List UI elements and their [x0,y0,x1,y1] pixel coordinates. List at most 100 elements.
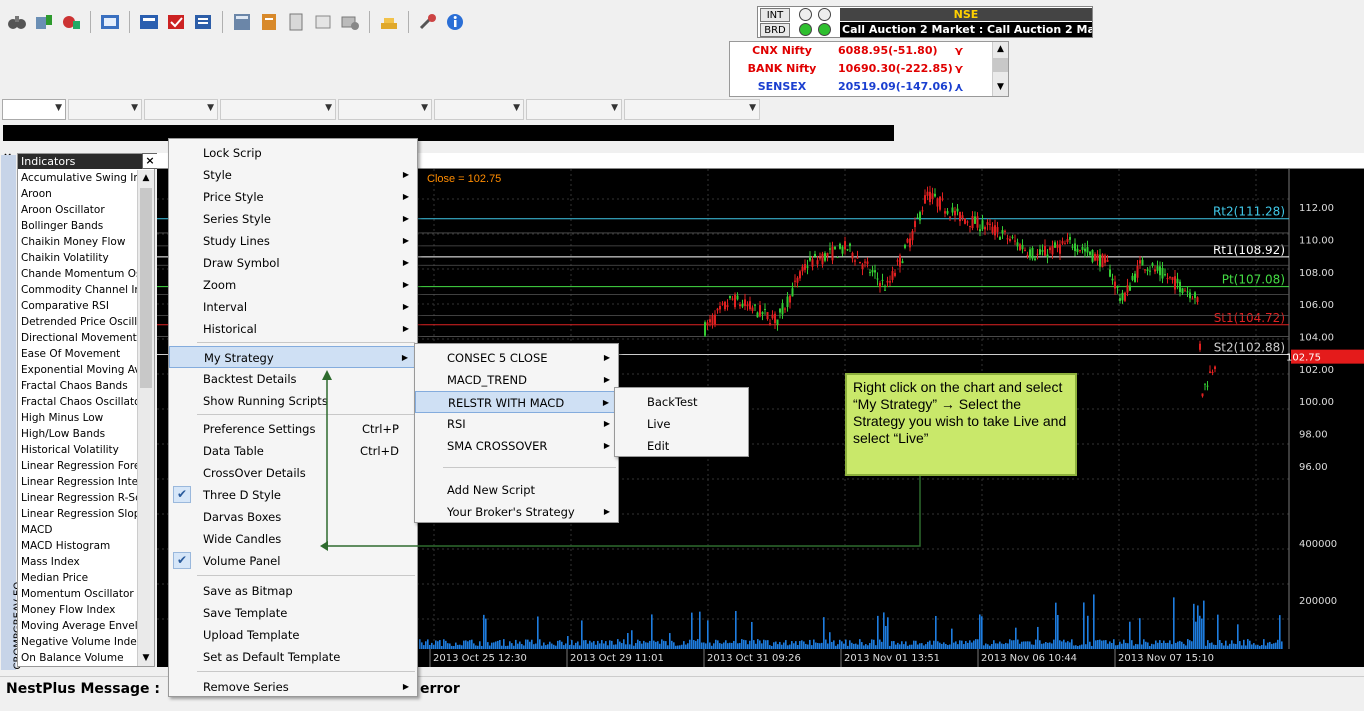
menu-item-my-strategy[interactable]: My Strategy ▶ [169,346,417,368]
window-icon[interactable] [312,11,334,33]
indicator-item[interactable]: Directional Movement S [18,330,138,346]
indicator-item[interactable]: Negative Volume Index [18,634,138,650]
menu-item-consec-5-close[interactable]: CONSEC 5 CLOSE ▶ [415,347,618,369]
option-type-select[interactable]: ▼ [434,99,524,120]
menu-item-darvas-boxes[interactable]: Darvas Boxes [169,506,417,528]
menu-item-save-as-bitmap[interactable]: Save as Bitmap [169,580,417,602]
menu-item-volume-panel[interactable]: Volume Panel ✔ [169,550,417,572]
menu-item-study-lines[interactable]: Study Lines ▶ [169,230,417,252]
indicator-item[interactable]: Linear Regression Slope [18,506,138,522]
indicator-item[interactable]: Commodity Channel Ind [18,282,138,298]
notes-icon[interactable] [258,11,280,33]
indicator-item[interactable]: Chande Momentum Osc [18,266,138,282]
menu-item-crossover-details[interactable]: CrossOver Details [169,462,417,484]
indicator-item[interactable]: Moving Average Envelop [18,618,138,634]
indicator-item[interactable]: Linear Regression Inter [18,474,138,490]
menu-item-edit[interactable]: Edit [615,435,748,457]
indicator-item[interactable]: Fractal Chaos Bands [18,378,138,394]
indicator-item[interactable]: Median Price [18,570,138,586]
menu-item-lock-scrip[interactable]: Lock Scrip [169,142,417,164]
scroll-thumb[interactable] [993,58,1008,72]
close-icon[interactable]: × [142,153,158,169]
menu-item-draw-symbol[interactable]: Draw Symbol ▶ [169,252,417,274]
segment-select[interactable]: ▼ [68,99,142,120]
menu-item-add-new-script[interactable]: Add New Script [415,479,618,501]
indicator-item[interactable]: Chaikin Volatility [18,250,138,266]
indicator-item[interactable]: Momentum Oscillator [18,586,138,602]
indicator-item[interactable]: Chaikin Money Flow [18,234,138,250]
series-select[interactable]: ▼ [624,99,760,120]
indicator-item[interactable]: Fractal Chaos Oscillato [18,394,138,410]
scroll-down-icon[interactable]: ▼ [138,650,154,666]
indicator-item[interactable]: Aroon [18,186,138,202]
indicator-item[interactable]: Exponential Moving Ave [18,362,138,378]
indicators-scrollbar[interactable]: ▲ ▼ [137,170,154,666]
menu-item-rsi[interactable]: RSI ▶ [415,413,618,435]
menu-item-backtest[interactable]: BackTest [615,391,748,413]
scroll-down-icon[interactable]: ▼ [993,80,1008,94]
market-watch-icon[interactable] [60,11,82,33]
instrument-select[interactable]: ▼ [144,99,218,120]
trade-book-icon[interactable] [165,11,187,33]
index-row[interactable]: CNX Nifty 6088.95(-51.80) ⋎ [730,42,992,60]
indicator-item[interactable]: Linear Regression Fore [18,458,138,474]
menu-item-backtest-details[interactable]: Backtest Details [169,368,417,390]
strike-select[interactable]: ▼ [526,99,622,120]
calculator-icon[interactable] [231,11,253,33]
add-order-icon[interactable] [33,11,55,33]
indicator-item[interactable]: High/Low Bands [18,426,138,442]
menu-item-save-template[interactable]: Save Template [169,602,417,624]
indicator-item[interactable]: Linear Regression R-Squ [18,490,138,506]
info-icon[interactable] [444,11,466,33]
indicator-item[interactable]: Aroon Oscillator [18,202,138,218]
menu-item-price-style[interactable]: Price Style ▶ [169,186,417,208]
indicator-item[interactable]: MACD Histogram [18,538,138,554]
menu-item-remove-series[interactable]: Remove Series ▶ [169,676,417,698]
menu-item-set-as-default-template[interactable]: Set as Default Template [169,646,417,668]
scroll-up-icon[interactable]: ▲ [993,42,1008,56]
menu-item-interval[interactable]: Interval ▶ [169,296,417,318]
menu-item-three-d-style[interactable]: Three D Style ✔ [169,484,417,506]
positions-icon[interactable] [192,11,214,33]
index-row[interactable]: SENSEX 20519.09(-147.06) ⋏ [730,78,992,96]
indicator-item[interactable]: Mass Index [18,554,138,570]
menu-item-data-table[interactable]: Data Table Ctrl+D [169,440,417,462]
order-book-icon[interactable] [138,11,160,33]
indicator-item[interactable]: High Minus Low [18,410,138,426]
menu-item-wide-candles[interactable]: Wide Candles [169,528,417,550]
indicator-item[interactable]: Historical Volatility [18,442,138,458]
menu-item-live[interactable]: Live [615,413,748,435]
funds-icon[interactable] [378,11,400,33]
symbol-select[interactable]: ▼ [220,99,336,120]
index-row[interactable]: BANK Nifty 10690.30(-222.85) ⋎ [730,60,992,78]
menu-item-relstr-with-macd[interactable]: RELSTR WITH MACD ▶ [415,391,618,413]
menu-item-upload-template[interactable]: Upload Template [169,624,417,646]
indicator-item[interactable]: Ease Of Movement [18,346,138,362]
indicator-item[interactable]: On Balance Volume [18,650,138,666]
indices-scrollbar[interactable]: ▲ ▼ [992,42,1008,96]
document-icon[interactable] [285,11,307,33]
menu-item-series-style[interactable]: Series Style ▶ [169,208,417,230]
indicator-item[interactable]: Money Flow Index [18,602,138,618]
scroll-up-icon[interactable]: ▲ [138,170,154,186]
exchange-select[interactable]: ▼ [2,99,66,120]
indicator-item[interactable]: Accumulative Swing Ind [18,170,138,186]
order-entry-bar[interactable] [3,125,894,141]
menu-item-macd-trend[interactable]: MACD_TREND ▶ [415,369,618,391]
menu-item-show-running-scripts[interactable]: Show Running Scripts [169,390,417,412]
indicator-item[interactable]: Detrended Price Oscilla [18,314,138,330]
settings-icon[interactable] [339,11,361,33]
symbol-tab[interactable]: CROMPGREAV-EQ [1,155,24,670]
menu-item-preference-settings[interactable]: Preference Settings Ctrl+P [169,418,417,440]
menu-item-zoom[interactable]: Zoom ▶ [169,274,417,296]
indicator-item[interactable]: Bollinger Bands [18,218,138,234]
menu-item-sma-crossover[interactable]: SMA CROSSOVER ▶ [415,435,618,457]
tools-icon[interactable] [417,11,439,33]
menu-item-your-broker-s-strategy[interactable]: Your Broker's Strategy ▶ [415,501,618,523]
expiry-select[interactable]: ▼ [338,99,432,120]
menu-item-style[interactable]: Style ▶ [169,164,417,186]
indicator-item[interactable]: MACD [18,522,138,538]
scroll-thumb[interactable] [140,188,152,388]
snap-quote-icon[interactable] [99,11,121,33]
binoculars-icon[interactable] [6,11,28,33]
